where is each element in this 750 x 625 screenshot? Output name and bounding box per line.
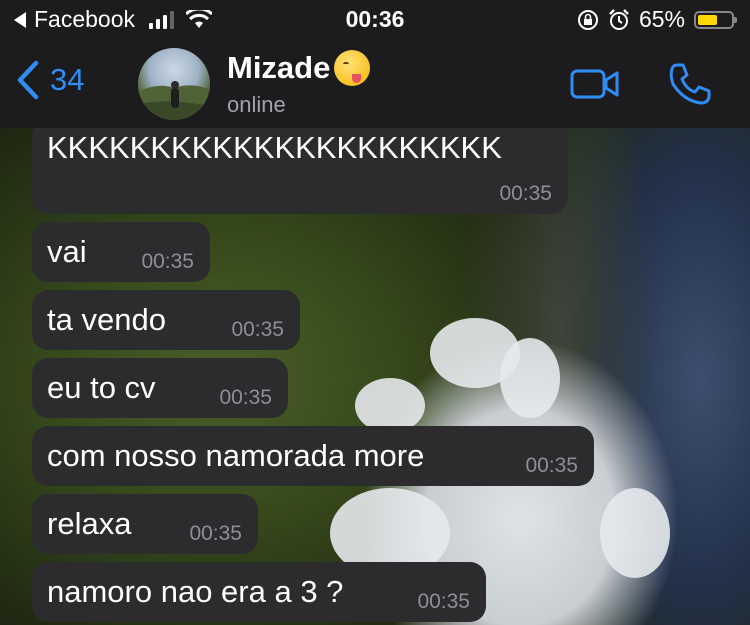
message-text: ta vendo <box>47 302 166 337</box>
avatar-photo <box>138 81 210 120</box>
wallpaper-detail <box>500 338 560 418</box>
wallpaper-detail <box>600 488 670 578</box>
battery-percent: 65% <box>638 6 685 32</box>
status-bar: Facebook 00:36 65% <box>0 0 750 40</box>
message-bubble[interactable]: ta vendo 00:35 <box>32 290 300 350</box>
message-bubble[interactable]: eu to cv 00:35 <box>32 358 288 418</box>
status-bar-right: 65% <box>577 6 737 33</box>
message-time: 00:35 <box>499 182 552 205</box>
avatar[interactable] <box>138 48 210 120</box>
wallpaper-detail <box>355 378 425 433</box>
phone-icon[interactable] <box>668 62 712 106</box>
alarm-icon <box>609 8 629 30</box>
message-text: namoro nao era a 3 ? <box>47 574 344 609</box>
message-bubble[interactable]: KKKKKKKKKKKKKKKKKKKKKK 00:35 <box>32 128 568 214</box>
drooling-face-emoji <box>334 50 371 86</box>
message-time: 00:35 <box>231 318 284 341</box>
back-button[interactable]: 34 <box>16 60 84 100</box>
chevron-left-icon <box>17 60 39 100</box>
contact-name-text[interactable]: Mizade <box>227 50 330 86</box>
message-time: 00:35 <box>525 454 578 477</box>
message-text: relaxa <box>47 506 132 541</box>
message-time: 00:35 <box>417 590 470 613</box>
message-text: eu to cv <box>47 370 156 405</box>
message-bubble[interactable]: relaxa 00:35 <box>32 494 258 554</box>
message-text: KKKKKKKKKKKKKKKKKKKKKK <box>47 130 502 165</box>
battery-icon <box>694 10 737 29</box>
chat-header: 34 Mizade online <box>0 40 750 128</box>
unread-count[interactable]: 34 <box>50 62 84 98</box>
orientation-lock-icon <box>577 9 598 30</box>
message-time: 00:35 <box>141 250 194 273</box>
message-bubble[interactable]: com nosso namorada more 00:35 <box>32 426 594 486</box>
message-bubble[interactable]: namoro nao era a 3 ? 00:35 <box>32 562 486 622</box>
video-call-icon[interactable] <box>570 68 620 100</box>
message-text: com nosso namorada more <box>47 438 425 473</box>
contact-status: online <box>227 92 286 117</box>
message-bubble[interactable]: vai 00:35 <box>32 222 210 282</box>
message-time: 00:35 <box>189 522 242 545</box>
message-text: vai <box>47 234 87 269</box>
contact-name[interactable]: Mizade <box>227 50 371 86</box>
chat-area[interactable]: KKKKKKKKKKKKKKKKKKKKKK 00:35 vai 00:35 t… <box>0 128 750 625</box>
message-time: 00:35 <box>219 386 272 409</box>
